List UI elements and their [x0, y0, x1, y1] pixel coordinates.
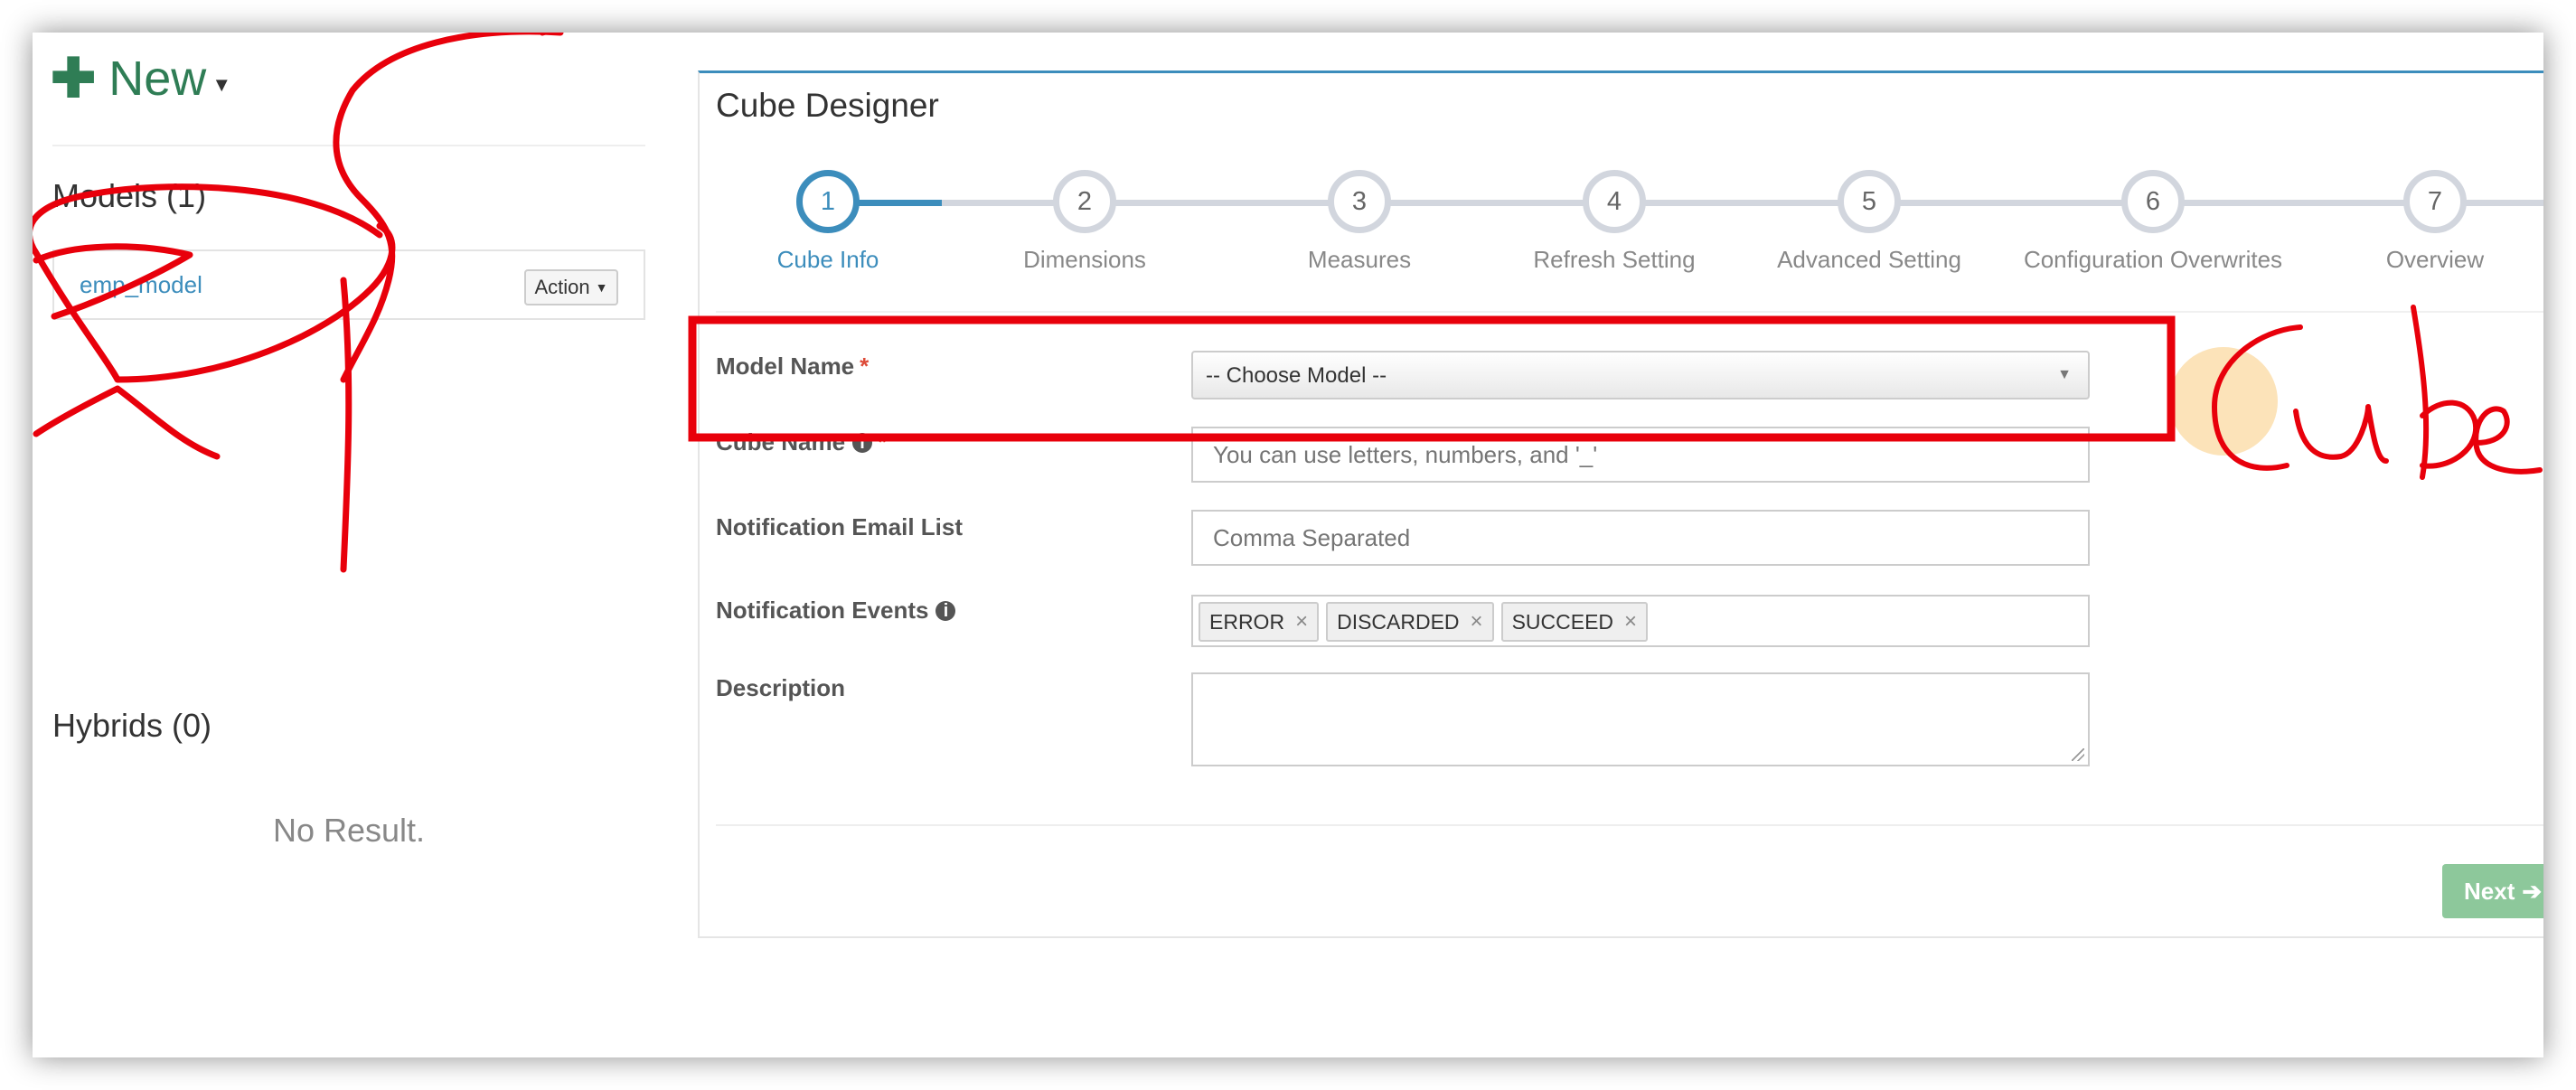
cube-name-input[interactable]	[1191, 427, 2090, 483]
step-number: 3	[1328, 170, 1391, 233]
footer-divider	[716, 824, 2543, 826]
caret-down-icon: ▼	[212, 73, 232, 96]
step-number: 2	[1053, 170, 1116, 233]
action-label: Action	[534, 276, 590, 298]
notification-events-input[interactable]: ERROR × DISCARDED × SUCCEED ×	[1191, 595, 2090, 647]
step-number: 5	[1838, 170, 1901, 233]
model-link[interactable]: emp_model	[80, 271, 202, 299]
event-tag: DISCARDED ×	[1326, 602, 1494, 642]
step-number: 4	[1583, 170, 1646, 233]
dropdown-arrow-icon: ▼	[2057, 367, 2072, 382]
description-label: Description	[716, 674, 846, 701]
tag-text: DISCARDED	[1337, 609, 1460, 634]
model-select[interactable]: -- Choose Model -- ▼	[1191, 351, 2090, 399]
model-name-label: Model Name *	[716, 352, 869, 381]
no-result-text: No Result.	[272, 812, 426, 849]
tag-text: SUCCEED	[1511, 609, 1614, 634]
cube-name-label: Cube Name i *	[716, 428, 887, 456]
next-label: Next	[2464, 877, 2515, 905]
step-number: 7	[2403, 170, 2467, 233]
email-list-input[interactable]	[1191, 510, 2090, 566]
email-list-label: Notification Email List	[716, 513, 964, 540]
info-icon[interactable]: i	[935, 601, 956, 621]
step-number: 6	[2121, 170, 2185, 233]
event-tag: ERROR ×	[1199, 602, 1320, 642]
resize-grip-icon[interactable]	[2072, 748, 2084, 761]
steps-divider	[716, 311, 2543, 313]
required-mark: *	[860, 352, 870, 380]
hybrids-heading: Hybrids (0)	[52, 707, 212, 744]
models-heading: Models (1)	[52, 177, 207, 214]
tag-text: ERROR	[1209, 609, 1285, 634]
required-mark: *	[878, 428, 888, 456]
info-icon[interactable]: i	[852, 433, 873, 453]
step-number: 1	[796, 170, 860, 233]
label-text: Model Name	[716, 352, 855, 380]
notification-events-label: Notification Events i	[716, 597, 956, 625]
arrow-right-icon: ➔	[2522, 877, 2543, 905]
screenshot-frame: ✚ New ▼ Models (1) emp_model Action ▼ Hy…	[33, 33, 2543, 1057]
new-label: New	[108, 52, 207, 106]
next-button[interactable]: Next ➔	[2442, 864, 2543, 918]
label-text: Notification Events	[716, 597, 929, 624]
action-dropdown-button[interactable]: Action ▼	[524, 269, 618, 305]
select-value: -- Choose Model --	[1206, 363, 1387, 388]
event-tag: SUCCEED ×	[1500, 602, 1649, 642]
description-textarea[interactable]	[1191, 672, 2090, 766]
model-list-item: emp_model Action ▼	[52, 249, 645, 320]
remove-tag-icon[interactable]: ×	[1624, 609, 1637, 634]
plus-icon: ✚	[51, 48, 97, 108]
new-button[interactable]: ✚ New ▼	[51, 49, 231, 108]
label-text: Cube Name	[716, 428, 846, 456]
caret-down-icon: ▼	[595, 280, 608, 295]
sidebar-divider	[52, 145, 645, 146]
step-label: Overview	[2385, 246, 2485, 273]
remove-tag-icon[interactable]: ×	[1471, 609, 1483, 634]
remove-tag-icon[interactable]: ×	[1295, 609, 1308, 634]
panel-title: Cube Designer	[716, 87, 939, 124]
